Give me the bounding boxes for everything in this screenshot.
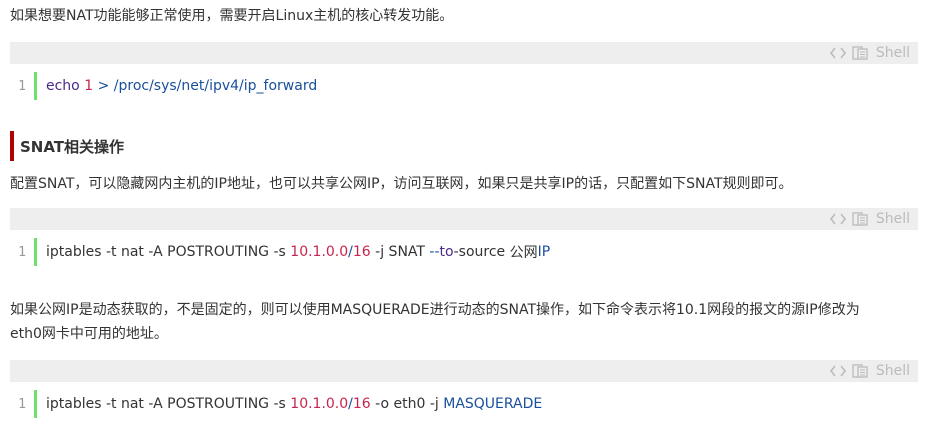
code-view-icon[interactable]	[829, 213, 846, 225]
line-number: 1	[18, 396, 26, 412]
copy-icon[interactable]	[852, 364, 868, 378]
code-toolbar: Shell	[10, 208, 918, 230]
line-number: 1	[18, 244, 26, 260]
snat-paragraph: 配置SNAT，可以隐藏网内主机的IP地址，也可以共享公网IP，访问互联网，如果只…	[10, 176, 793, 192]
code-body[interactable]: 1 iptables -t nat -A POSTROUTING -s 10.1…	[10, 230, 918, 274]
code-block-1: Shell 1 echo 1 > /proc/sys/net/ipv4/ip_f…	[10, 42, 918, 108]
code-block-2: Shell 1 iptables -t nat -A POSTROUTING -…	[10, 208, 918, 274]
code-token: 16	[352, 396, 371, 412]
intro-paragraph: 如果想要NAT功能能够正常使用，需要开启Linux主机的核心转发功能。	[10, 8, 454, 24]
code-token: to	[439, 244, 454, 260]
copy-icon[interactable]	[852, 212, 868, 226]
code-body[interactable]: 1 iptables -t nat -A POSTROUTING -s 10.1…	[10, 382, 918, 426]
code-token: IP	[537, 244, 551, 260]
code-token: iptables -t nat -A POSTROUTING -s	[46, 244, 291, 260]
code-token: >	[97, 78, 110, 94]
code-token: 16	[352, 244, 371, 260]
code-token: -o eth0 -j	[370, 396, 444, 412]
code-view-icon[interactable]	[829, 47, 846, 59]
masquerade-paragraph-line2: eth0网卡中可用的地址。	[10, 326, 168, 342]
code-line[interactable]: iptables -t nat -A POSTROUTING -s 10.1.0…	[37, 230, 550, 274]
code-toolbar: Shell	[10, 360, 918, 382]
code-body[interactable]: 1 echo 1 > /proc/sys/net/ipv4/ip_forward	[10, 64, 918, 108]
code-token: echo	[46, 78, 80, 94]
code-line[interactable]: iptables -t nat -A POSTROUTING -s 10.1.0…	[37, 382, 542, 426]
section-heading: SNAT相关操作	[10, 131, 124, 161]
code-token: 10.1.0.0	[290, 244, 349, 260]
code-token: MASQUERADE	[443, 396, 543, 412]
code-line[interactable]: echo 1 > /proc/sys/net/ipv4/ip_forward	[37, 64, 317, 108]
code-token: 1	[84, 78, 94, 94]
code-view-icon[interactable]	[829, 365, 846, 377]
masquerade-paragraph-line1: 如果公网IP是动态获取的，不是固定的，则可以使用MASQUERADE进行动态的S…	[10, 302, 860, 318]
code-token: 公网	[509, 245, 538, 261]
code-toolbar: Shell	[10, 42, 918, 64]
line-number: 1	[18, 78, 26, 94]
code-token: -source	[453, 244, 510, 260]
code-language-label: Shell	[875, 211, 910, 227]
code-token: --	[429, 244, 440, 260]
code-token: iptables -t nat -A POSTROUTING -s	[46, 396, 291, 412]
code-language-label: Shell	[875, 45, 910, 61]
code-block-3: Shell 1 iptables -t nat -A POSTROUTING -…	[10, 360, 918, 426]
section-heading-text: SNAT相关操作	[20, 137, 125, 156]
code-token: 10.1.0.0	[290, 396, 349, 412]
code-language-label: Shell	[875, 363, 910, 379]
heading-accent-bar	[10, 131, 14, 161]
code-token: -j SNAT	[370, 244, 430, 260]
code-token: /proc/sys/net/ipv4/ip_forward	[113, 78, 318, 94]
copy-icon[interactable]	[852, 46, 868, 60]
